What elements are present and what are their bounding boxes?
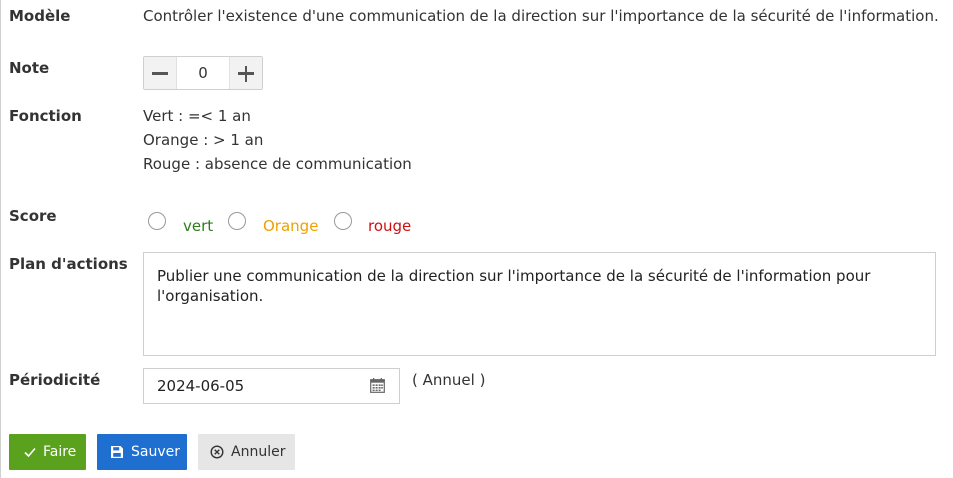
score-option-orange[interactable]: Orange [263, 217, 318, 235]
note-stepper: 0 [143, 56, 263, 90]
annuler-button[interactable]: Annuler [198, 434, 295, 470]
periodicite-label: Périodicité [9, 371, 101, 389]
sauver-button[interactable]: Sauver [97, 434, 187, 470]
score-radio-vert[interactable] [148, 212, 166, 230]
check-icon [24, 447, 36, 458]
minus-icon [152, 72, 168, 75]
sauver-label: Sauver [131, 444, 180, 460]
close-circle-icon [210, 445, 224, 459]
fonction-label: Fonction [9, 107, 82, 125]
calendar-icon[interactable] [370, 378, 385, 393]
date-input[interactable]: 2024-06-05 [143, 368, 400, 404]
score-radio-rouge[interactable] [334, 212, 352, 230]
periodicite-suffix: ( Annuel ) [412, 371, 486, 389]
score-option-rouge[interactable]: rouge [368, 217, 411, 235]
left-border [0, 0, 1, 478]
note-label: Note [9, 59, 50, 77]
plan-label: Plan d'actions [9, 255, 128, 273]
modele-label: Modèle [9, 7, 71, 25]
faire-button[interactable]: Faire [9, 434, 86, 470]
score-option-vert[interactable]: vert [183, 217, 213, 235]
increment-button[interactable] [229, 57, 262, 89]
faire-label: Faire [43, 444, 77, 460]
score-label: Score [9, 207, 57, 225]
date-value: 2024-06-05 [157, 377, 245, 395]
annuler-label: Annuler [231, 444, 286, 460]
save-icon [111, 446, 123, 458]
note-value[interactable]: 0 [176, 57, 230, 89]
plan-textarea[interactable]: Publier une communication de la directio… [143, 252, 936, 356]
fonction-line-1: Vert : =< 1 an [143, 107, 251, 125]
modele-value: Contrôler l'existence d'une communicatio… [143, 7, 939, 25]
fonction-line-3: Rouge : absence de communication [143, 155, 412, 173]
decrement-button[interactable] [144, 57, 177, 89]
fonction-line-2: Orange : > 1 an [143, 131, 264, 149]
score-radio-orange[interactable] [228, 212, 246, 230]
